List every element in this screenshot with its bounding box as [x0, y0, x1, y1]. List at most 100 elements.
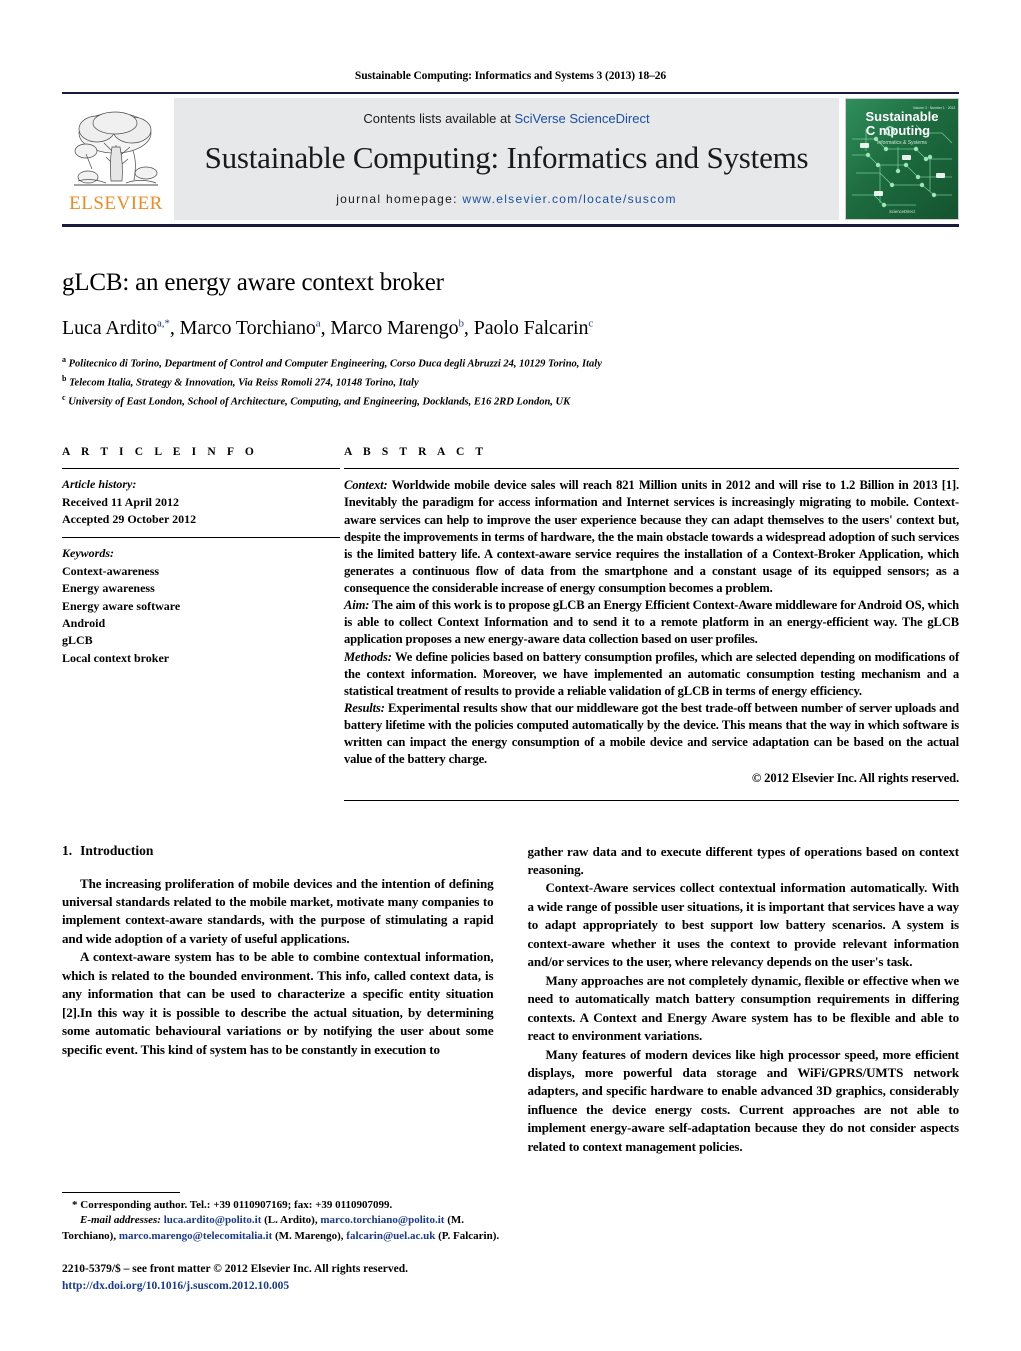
- email-link[interactable]: falcarin@uel.ac.uk: [346, 1230, 435, 1242]
- page-title: gLCB: an energy aware context broker: [62, 269, 444, 296]
- email-link[interactable]: marco.marengo@telecomitalia.it: [119, 1230, 272, 1242]
- corresponding-author-note: * Corresponding author. Tel.: +39 011090…: [72, 1198, 393, 1211]
- author-name: Marco Torchiano: [179, 317, 316, 339]
- abstract-text-context: Worldwide mobile device sales will reach…: [344, 478, 959, 596]
- article-page: Sustainable Computing: Informatics and S…: [0, 0, 1021, 1351]
- contents-available-line: Contents lists available at SciVerse Sci…: [363, 111, 649, 126]
- abstract-paragraph-results: Results: Experimental results show that …: [344, 700, 959, 769]
- affiliation-text: Telecom Italia, Strategy & Innovation, V…: [69, 377, 419, 389]
- abstract-text-aim: The aim of this work is to propose gLCB …: [344, 598, 959, 647]
- keyword-item: Android: [62, 616, 106, 631]
- author-sep: ,: [169, 317, 180, 339]
- email-link[interactable]: marco.torchiano@polito.it: [320, 1214, 444, 1226]
- abstract-lead-results: Results:: [344, 700, 385, 715]
- author-entry: Marco Torchianoa: [180, 317, 321, 339]
- article-info-column: A R T I C L E I N F O Article history: R…: [62, 446, 340, 800]
- article-history-received: Received 11 April 2012: [62, 494, 179, 509]
- elsevier-tree-icon: [74, 111, 158, 186]
- journal-masthead: ELSEVIER Contents lists available at Sci…: [62, 92, 959, 227]
- email-addresses-label: E-mail addresses:: [80, 1214, 161, 1227]
- keyword-item: Local context broker: [62, 650, 170, 665]
- affiliation-item: c University of East London, School of A…: [62, 392, 959, 411]
- affiliation-text: University of East London, School of Arc…: [68, 396, 571, 408]
- elsevier-wordmark: ELSEVIER: [69, 193, 163, 214]
- affiliation-list: a Politecnico di Torino, Department of C…: [62, 354, 959, 410]
- author-entry: Marco Marengob: [330, 317, 464, 339]
- email-addresses-note: E-mail addresses: luca.ardito@polito.it …: [62, 1213, 505, 1244]
- section-label: Introduction: [80, 842, 154, 858]
- abstract-paragraph-methods: Methods: We define policies based on bat…: [344, 649, 959, 700]
- email-owner: (M. Marengo),: [272, 1229, 347, 1242]
- journal-title: Sustainable Computing: Informatics and S…: [204, 140, 809, 175]
- email-link[interactable]: luca.ardito@polito.it: [164, 1214, 262, 1226]
- cover-title-line2: C mputing: [866, 123, 930, 138]
- author-affil-mark: a,*: [156, 317, 170, 330]
- journal-band: Contents lists available at SciVerse Sci…: [174, 98, 839, 220]
- body-columns: 1. Introduction The increasing proliferat…: [62, 843, 959, 1157]
- title-block: gLCB: an energy aware context broker Luc…: [62, 227, 959, 410]
- abstract-paragraph-context: Context: Worldwide mobile device sales w…: [344, 477, 959, 597]
- cover-corner-text: Volume 3 · Number 1 · 2013: [913, 106, 956, 110]
- abstract-bottom-rule: [344, 799, 959, 801]
- cover-artwork: Sustainable C mputing Informatics & Syst…: [846, 99, 958, 219]
- running-head: Sustainable Computing: Informatics and S…: [354, 70, 667, 82]
- sciencedirect-link[interactable]: SciVerse ScienceDirect: [514, 111, 649, 126]
- article-history-label: Article history:: [62, 477, 137, 492]
- cover-subtitle: Informatics & Systems: [877, 140, 927, 146]
- author-name: Luca Ardito: [62, 317, 157, 339]
- keyword-item: Context-awareness: [62, 563, 160, 578]
- affiliation-item: a Politecnico di Torino, Department of C…: [62, 354, 959, 373]
- doi-link[interactable]: http://dx.doi.org/10.1016/j.suscom.2012.…: [62, 1278, 505, 1295]
- introduction-right-text: gather raw data and to execute different…: [528, 843, 960, 1157]
- abstract-text-results: Experimental results show that our middl…: [344, 700, 959, 767]
- introduction-left-text: The increasing proliferation of mobile d…: [62, 875, 494, 1060]
- author-entry: Paolo Falcarinc: [473, 317, 594, 339]
- footnote-area: * Corresponding author. Tel.: +39 011090…: [62, 1191, 505, 1295]
- footnote-rule: [62, 1191, 180, 1193]
- keywords-block: Keywords: Context-awareness Energy aware…: [62, 538, 340, 667]
- body-column-right: gather raw data and to execute different…: [528, 843, 960, 1157]
- paragraph: gather raw data and to execute different…: [527, 843, 960, 877]
- email-owner: (P. Falcarin).: [435, 1229, 500, 1242]
- article-history-block: Article history: Received 11 April 2012 …: [62, 469, 340, 537]
- keyword-item: Energy awareness: [62, 581, 155, 596]
- journal-homepage-url[interactable]: www.elsevier.com/locate/suscom: [462, 192, 676, 206]
- affiliation-mark: b: [62, 373, 67, 383]
- affiliation-text: Politecnico di Torino, Department of Con…: [68, 358, 602, 370]
- article-info-heading: A R T I C L E I N F O: [62, 446, 258, 459]
- elsevier-logo: ELSEVIER: [62, 94, 170, 224]
- section-number: 1.: [62, 842, 73, 858]
- cover-bottom-text: ScienceDirect: [889, 209, 916, 214]
- paragraph: A context-aware system has to be able to…: [62, 949, 494, 1057]
- article-history-accepted: Accepted 29 October 2012: [62, 512, 197, 527]
- author-name: Paolo Falcarin: [473, 317, 589, 339]
- affiliation-mark: c: [62, 392, 66, 402]
- cover-title-line1: Sustainable: [866, 109, 939, 124]
- homepage-prefix: journal homepage:: [336, 192, 463, 206]
- issn-line: 2210-5379/$ – see front matter © 2012 El…: [62, 1262, 408, 1275]
- contents-prefix: Contents lists available at: [363, 111, 515, 126]
- keyword-item: Energy aware software: [62, 598, 181, 613]
- section-title-introduction: 1. Introduction: [62, 843, 494, 859]
- abstract-lead-aim: Aim:: [344, 598, 370, 613]
- paragraph: The increasing proliferation of mobile d…: [62, 875, 494, 946]
- affiliation-item: b Telecom Italia, Strategy & Innovation,…: [62, 373, 959, 392]
- affiliation-mark: a: [62, 355, 66, 364]
- abstract-column: A B S T R A C T Context: Worldwide mobil…: [344, 446, 959, 801]
- author-name: Marco Marengo: [330, 317, 459, 339]
- author-sep: ,: [320, 317, 331, 339]
- abstract-text-methods: We define policies based on battery cons…: [344, 649, 959, 698]
- abstract-copyright: © 2012 Elsevier Inc. All rights reserved…: [751, 771, 959, 786]
- paragraph: Many approaches are not completely dynam…: [527, 972, 960, 1044]
- paragraph: Context-Aware services collect contextua…: [527, 880, 960, 970]
- author-affil-mark: c: [588, 317, 594, 330]
- author-sep: ,: [463, 317, 474, 339]
- abstract-body: Context: Worldwide mobile device sales w…: [344, 469, 959, 787]
- author-list: Luca Arditoa,*, Marco Torchianoa, Marco …: [62, 317, 959, 340]
- info-abstract-region: A R T I C L E I N F O Article history: R…: [62, 446, 959, 801]
- email-owner: (L. Ardito),: [261, 1214, 321, 1227]
- keyword-item: gLCB: [62, 633, 93, 648]
- abstract-lead-methods: Methods:: [344, 649, 392, 664]
- body-column-left: 1. Introduction The increasing proliferat…: [62, 843, 494, 1157]
- journal-homepage-line: journal homepage: www.elsevier.com/locat…: [336, 192, 677, 206]
